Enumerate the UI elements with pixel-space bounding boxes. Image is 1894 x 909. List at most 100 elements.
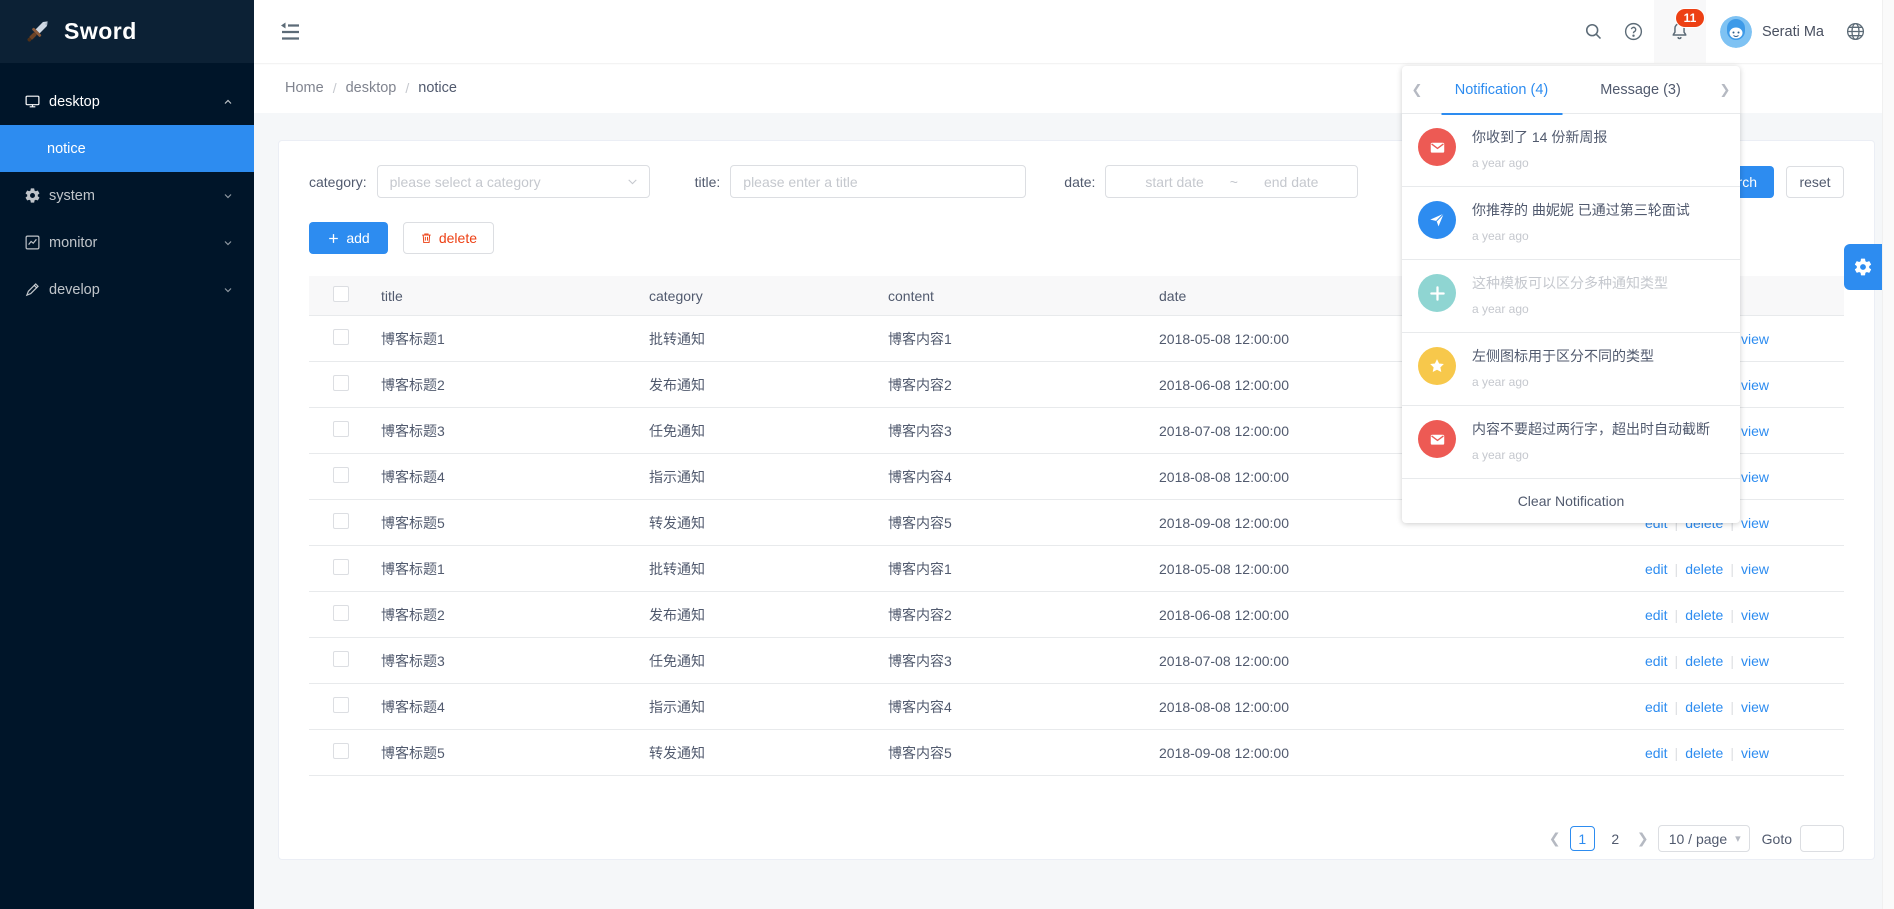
sidebar-item-desktop[interactable]: desktop	[0, 78, 254, 125]
column-header-content: content	[876, 288, 1147, 304]
row-action-view[interactable]: view	[1741, 423, 1769, 439]
row-action-delete[interactable]: delete	[1685, 561, 1723, 577]
cell-category: 指示通知	[637, 467, 876, 487]
row-actions: edit|delete|view	[1604, 607, 1844, 623]
row-action-view[interactable]: view	[1741, 699, 1769, 715]
row-action-view[interactable]: view	[1741, 607, 1769, 623]
tabs-scroll-right-icon[interactable]: ❯	[1710, 82, 1740, 98]
action-separator: |	[1730, 699, 1734, 715]
sidebar-item-develop[interactable]: develop	[0, 266, 254, 313]
sidebar-item-notice[interactable]: notice	[0, 125, 254, 172]
cell-content: 博客内容2	[876, 605, 1147, 625]
row-checkbox[interactable]	[333, 605, 349, 621]
tab-notification[interactable]: Notification (4)	[1432, 66, 1571, 114]
row-action-edit[interactable]: edit	[1645, 699, 1668, 715]
cell-category: 任免通知	[637, 651, 876, 671]
row-checkbox[interactable]	[333, 467, 349, 483]
row-action-edit[interactable]: edit	[1645, 653, 1668, 669]
tabs-scroll-left-icon[interactable]: ❮	[1402, 82, 1432, 98]
row-action-view[interactable]: view	[1741, 561, 1769, 577]
row-action-view[interactable]: view	[1741, 515, 1769, 531]
breadcrumb-separator: /	[405, 80, 409, 96]
row-action-edit[interactable]: edit	[1645, 561, 1668, 577]
row-action-view[interactable]: view	[1741, 653, 1769, 669]
sidebar-collapse-icon[interactable]	[278, 20, 302, 44]
notification-item[interactable]: 这种模板可以区分多种通知类型 a year ago	[1402, 260, 1740, 333]
user-name[interactable]: Serati Ma	[1762, 24, 1824, 40]
row-checkbox[interactable]	[333, 697, 349, 713]
row-action-delete[interactable]: delete	[1685, 653, 1723, 669]
cell-date: 2018-09-08 12:00:00	[1147, 745, 1604, 761]
date-start-placeholder: start date	[1145, 174, 1203, 190]
notification-time: a year ago	[1472, 156, 1607, 170]
row-checkbox[interactable]	[333, 375, 349, 391]
cell-content: 博客内容4	[876, 467, 1147, 487]
notification-item[interactable]: 你推荐的 曲妮妮 已通过第三轮面试 a year ago	[1402, 187, 1740, 260]
page-number-1[interactable]: 1	[1570, 826, 1595, 851]
theme-settings-button[interactable]	[1844, 244, 1882, 290]
search-icon[interactable]	[1574, 0, 1614, 63]
notification-item[interactable]: 内容不要超过两行字，超出时自动截断 a year ago	[1402, 406, 1740, 479]
avatar[interactable]	[1720, 16, 1752, 48]
row-checkbox[interactable]	[333, 421, 349, 437]
sidebar-item-system[interactable]: system	[0, 172, 254, 219]
breadcrumb-desktop[interactable]: desktop	[346, 80, 397, 96]
notification-item[interactable]: 左侧图标用于区分不同的类型 a year ago	[1402, 333, 1740, 406]
sidebar-item-monitor[interactable]: monitor	[0, 219, 254, 266]
plus-icon	[327, 232, 340, 245]
goto-page-input[interactable]	[1800, 825, 1844, 852]
chevron-down-icon	[626, 175, 639, 188]
row-action-view[interactable]: view	[1741, 469, 1769, 485]
notification-bell-icon[interactable]: 11	[1654, 0, 1706, 63]
page-number-2[interactable]: 2	[1603, 826, 1628, 851]
delete-button[interactable]: delete	[403, 222, 494, 254]
row-action-delete[interactable]: delete	[1685, 699, 1723, 715]
title-input[interactable]	[730, 165, 1026, 198]
language-globe-icon[interactable]	[1838, 0, 1872, 63]
notification-text: 左侧图标用于区分不同的类型	[1472, 347, 1654, 366]
prev-page-icon[interactable]: ❮	[1548, 830, 1562, 847]
sidebar-item-label: monitor	[49, 235, 222, 251]
clear-notification-button[interactable]: Clear Notification	[1402, 479, 1740, 523]
chart-icon	[24, 234, 41, 251]
goto-label: Goto	[1762, 831, 1792, 847]
column-header-category: category	[637, 288, 876, 304]
row-action-view[interactable]: view	[1741, 331, 1769, 347]
action-separator: |	[1730, 561, 1734, 577]
row-checkbox[interactable]	[333, 559, 349, 575]
page-size-select[interactable]: 10 / page ▾	[1658, 825, 1750, 852]
scrollbar[interactable]	[1882, 0, 1894, 909]
cell-category: 指示通知	[637, 697, 876, 717]
row-actions: edit|delete|view	[1604, 653, 1844, 669]
row-action-view[interactable]: view	[1741, 745, 1769, 761]
sidebar-menu: desktop notice system monitor develop	[0, 63, 254, 313]
reset-button[interactable]: reset	[1786, 166, 1844, 198]
row-checkbox[interactable]	[333, 513, 349, 529]
date-range-input[interactable]: start date ~ end date	[1105, 165, 1358, 198]
notification-time: a year ago	[1472, 375, 1654, 389]
cell-title: 博客标题1	[369, 559, 637, 579]
notification-list: 你收到了 14 份新周报 a year ago 你推荐的 曲妮妮 已通过第三轮面…	[1402, 114, 1740, 479]
select-all-checkbox[interactable]	[333, 286, 349, 302]
top-header: 11 Serati Ma	[254, 0, 1894, 63]
notification-item[interactable]: 你收到了 14 份新周报 a year ago	[1402, 114, 1740, 187]
tab-message[interactable]: Message (3)	[1571, 66, 1710, 114]
chevron-up-icon	[222, 96, 234, 108]
cell-title: 博客标题4	[369, 697, 637, 717]
row-action-delete[interactable]: delete	[1685, 607, 1723, 623]
category-select[interactable]: please select a category	[377, 165, 650, 198]
add-button[interactable]: add	[309, 222, 388, 254]
row-action-edit[interactable]: edit	[1645, 745, 1668, 761]
row-action-delete[interactable]: delete	[1685, 745, 1723, 761]
notification-time: a year ago	[1472, 448, 1710, 462]
breadcrumb-home[interactable]: Home	[285, 80, 324, 96]
row-checkbox[interactable]	[333, 651, 349, 667]
row-action-edit[interactable]: edit	[1645, 607, 1668, 623]
chevron-down-icon	[222, 190, 234, 202]
chevron-down-icon	[222, 284, 234, 296]
row-checkbox[interactable]	[333, 329, 349, 345]
row-action-view[interactable]: view	[1741, 377, 1769, 393]
help-icon[interactable]	[1614, 0, 1654, 63]
next-page-icon[interactable]: ❯	[1636, 830, 1650, 847]
row-checkbox[interactable]	[333, 743, 349, 759]
